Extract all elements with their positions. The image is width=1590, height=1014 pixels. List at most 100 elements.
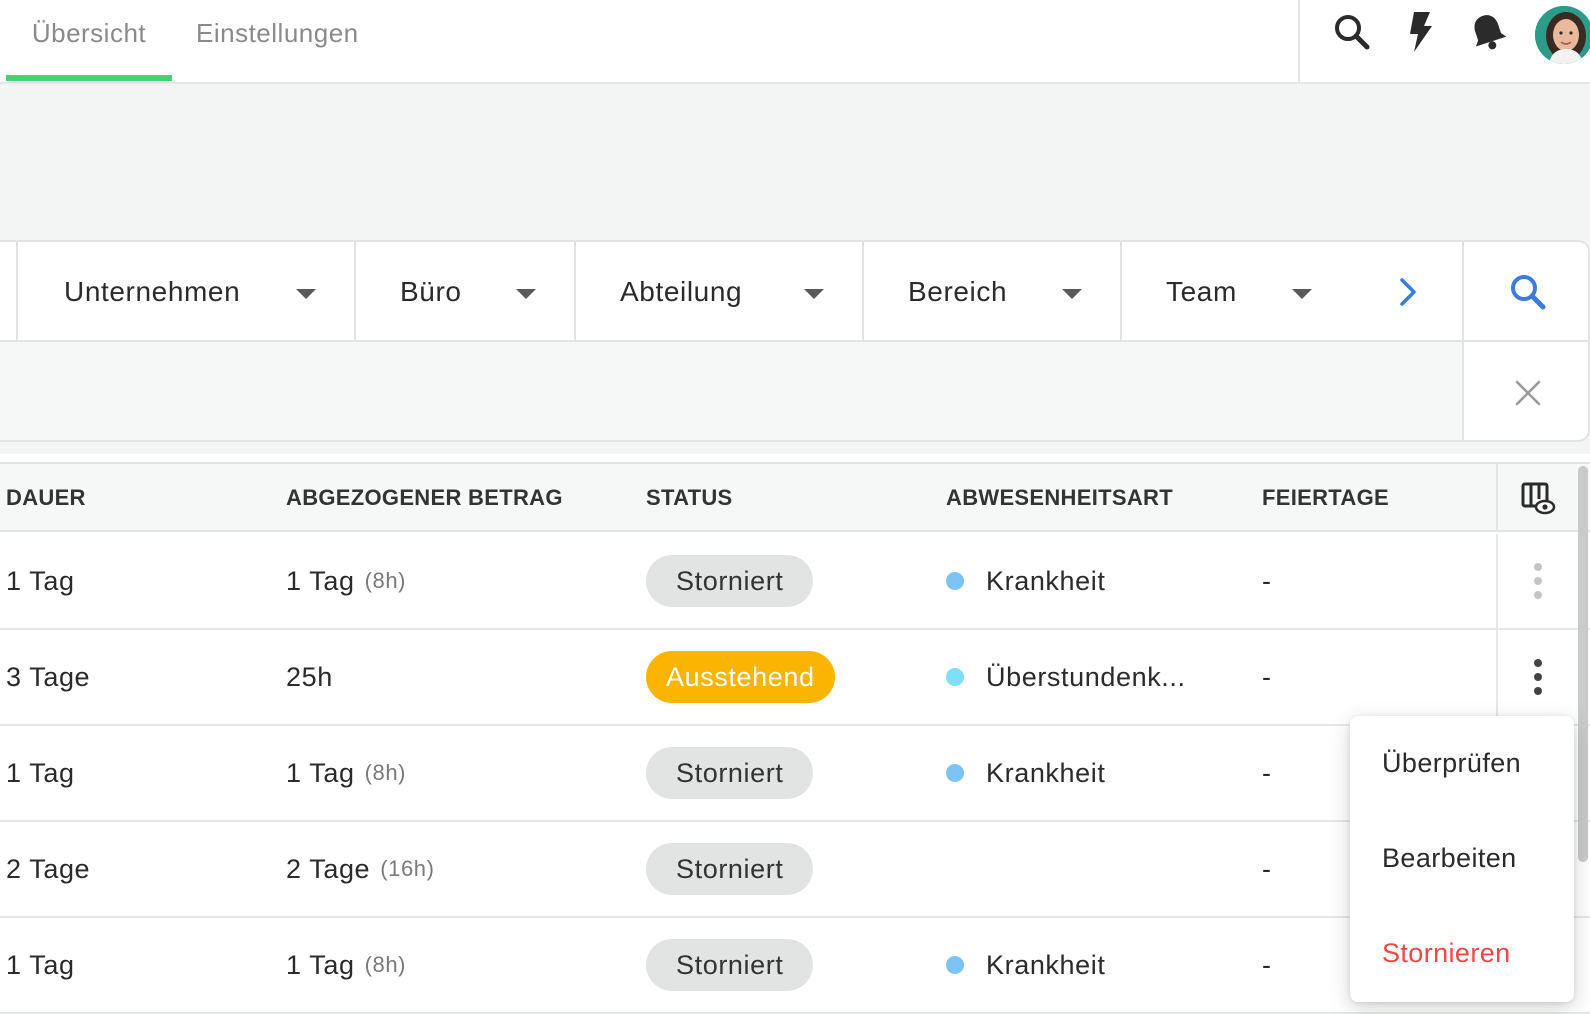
table-header: DAUER ABGEZOGENER BETRAG STATUS ABWESENH…: [0, 462, 1590, 532]
table-row[interactable]: 1 Tag 1 Tag (8h) Storniert Krankheit -: [0, 534, 1590, 630]
more-vertical-icon: [1534, 659, 1542, 695]
status-badge: Storniert: [646, 939, 814, 991]
status-badge: Ausstehend: [646, 651, 835, 703]
column-header-duration[interactable]: DAUER: [6, 464, 86, 532]
status-cell: Ausstehend: [646, 630, 835, 724]
active-tab-indicator: [6, 75, 172, 81]
holidays-cell: -: [1262, 949, 1272, 980]
menu-item-edit[interactable]: Bearbeiten: [1350, 811, 1574, 906]
top-navigation: Übersicht Einstellungen: [0, 0, 1590, 84]
table-scrollbar[interactable]: [1578, 466, 1588, 862]
holidays-cell: -: [1262, 853, 1272, 884]
tab-settings[interactable]: Einstellungen: [196, 0, 359, 82]
absence-type-cell: Krankheit: [946, 726, 1105, 820]
duration-cell: 3 Tage: [6, 661, 91, 692]
menu-item-cancel-label: Stornieren: [1382, 938, 1511, 968]
column-header-holidays[interactable]: FEIERTAGE: [1262, 464, 1389, 532]
filter-company-label: Unternehmen: [64, 276, 241, 307]
column-visibility-icon[interactable]: [1496, 464, 1578, 532]
amount-cell: 1 Tag (8h): [286, 534, 406, 628]
amount-hours: (8h): [364, 760, 407, 785]
column-header-deducted-amount[interactable]: ABGEZOGENER BETRAG: [286, 464, 563, 532]
close-icon: [1515, 380, 1541, 406]
menu-item-review-label: Überprüfen: [1382, 748, 1522, 778]
search-icon: [1511, 275, 1546, 310]
tab-overview-label: Übersicht: [31, 18, 147, 48]
column-header-absence-type[interactable]: ABWESENHEITSART: [946, 464, 1173, 532]
search-icon[interactable]: [1330, 10, 1374, 54]
filter-office[interactable]: Büro: [354, 242, 574, 342]
amount-value: 1 Tag: [286, 949, 355, 980]
status-badge: Storniert: [646, 555, 814, 607]
duration-cell: 1 Tag: [6, 757, 75, 788]
menu-item-edit-label: Bearbeiten: [1382, 843, 1517, 873]
amount-value: 2 Tage: [286, 853, 371, 884]
holidays-cell: -: [1262, 757, 1272, 788]
absence-type-label: Überstundenk...: [986, 661, 1186, 692]
duration-cell: 1 Tag: [6, 565, 75, 596]
amount-cell: 2 Tage (16h): [286, 822, 435, 916]
topbar-divider: [1298, 0, 1300, 82]
amount-value: 25h: [286, 661, 333, 692]
amount-value: 1 Tag: [286, 565, 355, 596]
absence-type-label: Krankheit: [986, 949, 1106, 980]
status-badge: Storniert: [646, 747, 814, 799]
filter-company[interactable]: Unternehmen: [16, 242, 354, 342]
filter-area-label: Bereich: [908, 276, 1008, 307]
filter-row: Unternehmen Büro Abteilung Bereich Team: [0, 242, 1588, 342]
menu-item-review[interactable]: Überprüfen: [1350, 716, 1574, 811]
filter-panel: Unternehmen Büro Abteilung Bereich Team: [0, 240, 1590, 442]
status-cell: Storniert: [646, 822, 814, 916]
tab-settings-label: Einstellungen: [196, 18, 359, 48]
absence-type-label: Krankheit: [986, 757, 1106, 788]
chevron-down-icon: [1292, 289, 1312, 299]
status-cell: Storniert: [646, 726, 814, 820]
lightning-icon[interactable]: [1398, 10, 1442, 54]
holidays-cell: -: [1262, 565, 1272, 596]
absence-type-cell: Krankheit: [946, 534, 1105, 628]
amount-value: 1 Tag: [286, 757, 355, 788]
filter-team-label: Team: [1166, 276, 1237, 307]
chevron-down-icon: [1062, 289, 1082, 299]
filter-area[interactable]: Bereich: [862, 242, 1120, 342]
filter-department[interactable]: Abteilung: [574, 242, 862, 342]
chevron-down-icon: [516, 289, 536, 299]
chevron-down-icon: [296, 289, 316, 299]
status-badge: Storniert: [646, 843, 814, 895]
absence-type-dot: [946, 572, 964, 590]
status-cell: Storniert: [646, 534, 814, 628]
absence-type-label: Krankheit: [986, 565, 1106, 596]
filter-department-label: Abteilung: [620, 276, 743, 307]
absence-type-dot: [946, 668, 964, 686]
duration-cell: 2 Tage: [6, 853, 91, 884]
row-actions-button[interactable]: [1496, 534, 1578, 628]
absence-type-dot: [946, 764, 964, 782]
amount-cell: 1 Tag (8h): [286, 918, 406, 1012]
menu-item-cancel[interactable]: Stornieren: [1350, 906, 1574, 1001]
table-row[interactable]: 3 Tage 25h Ausstehend Überstundenk... -: [0, 630, 1590, 726]
clear-filters-button[interactable]: [1462, 342, 1588, 440]
tab-overview[interactable]: Übersicht: [6, 0, 172, 82]
absence-type-dot: [946, 956, 964, 974]
row-context-menu: Überprüfen Bearbeiten Stornieren: [1350, 716, 1574, 1002]
column-header-status[interactable]: STATUS: [646, 464, 733, 532]
bell-icon[interactable]: [1466, 10, 1510, 54]
status-cell: Storniert: [646, 918, 814, 1012]
user-avatar[interactable]: [1535, 6, 1590, 64]
amount-hours: (8h): [364, 952, 407, 977]
duration-cell: 1 Tag: [6, 949, 75, 980]
filter-team[interactable]: Team: [1120, 242, 1350, 342]
amount-cell: 25h: [286, 630, 333, 724]
amount-hours: (16h): [380, 856, 435, 881]
filter-office-label: Büro: [400, 276, 462, 307]
row-actions-button[interactable]: [1496, 630, 1578, 724]
more-vertical-icon: [1534, 563, 1542, 599]
filter-search-button[interactable]: [1462, 242, 1588, 342]
absence-type-cell: Überstundenk...: [946, 630, 1186, 724]
chevron-down-icon: [804, 289, 824, 299]
amount-cell: 1 Tag (8h): [286, 726, 406, 820]
holidays-cell: -: [1262, 661, 1272, 692]
absence-type-cell: Krankheit: [946, 918, 1105, 1012]
amount-hours: (8h): [364, 568, 407, 593]
chevron-right-icon[interactable]: [1364, 242, 1452, 342]
